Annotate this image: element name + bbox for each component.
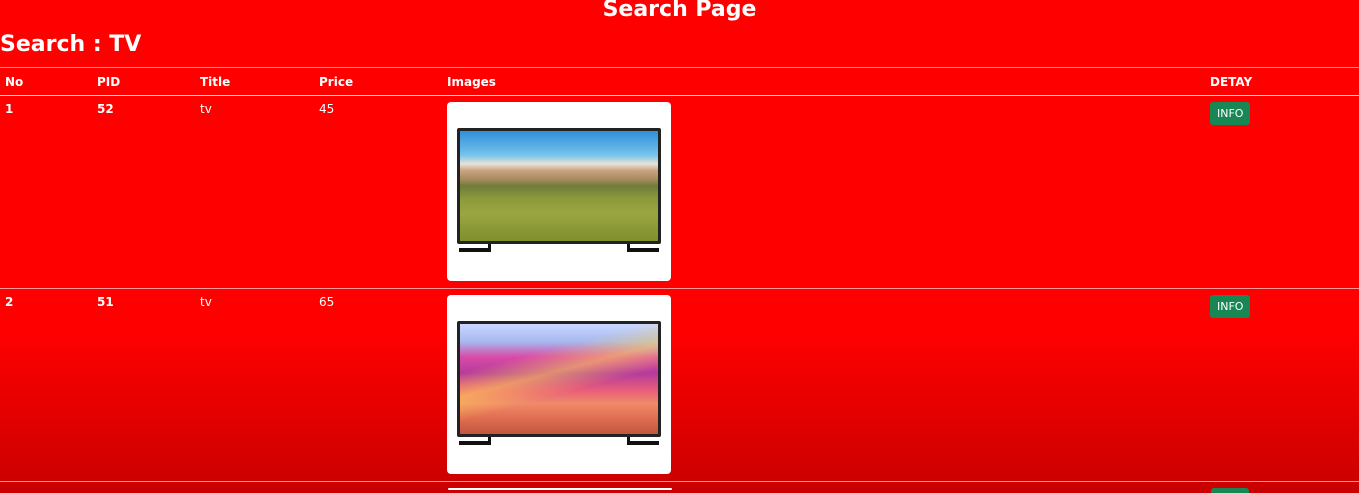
row-price: 65: [314, 288, 442, 482]
row-price: 45: [314, 95, 442, 289]
column-header-pid: PID: [92, 67, 195, 96]
column-header-images: Images: [442, 67, 1205, 96]
table-header: No PID Title Price Images DETAY: [0, 67, 1359, 96]
tv-landscape-image: [447, 102, 671, 281]
row-no: 2: [0, 288, 92, 482]
tv-mountains-image: [447, 295, 671, 474]
info-button[interactable]: INFO: [1210, 102, 1251, 125]
row-title: tv: [195, 288, 314, 482]
row-image-cell: [442, 95, 1205, 289]
partial-image-edge: [448, 488, 672, 490]
column-header-no: No: [0, 67, 92, 96]
table-body: 1 52 tv 45 INFO 2 51 tv 65 INFO: [0, 95, 1359, 482]
row-no: 1: [0, 95, 92, 289]
row-pid: 52: [92, 95, 195, 289]
info-button[interactable]: INFO: [1210, 295, 1251, 318]
tv-icon: [457, 127, 661, 256]
column-header-price: Price: [314, 67, 442, 96]
header-row: No PID Title Price Images DETAY: [0, 67, 1359, 96]
table-row: 1 52 tv 45 INFO: [0, 95, 1359, 289]
page-title: Search Page: [602, 0, 757, 22]
search-heading: Search : TV: [0, 32, 142, 57]
column-header-detay: DETAY: [1205, 67, 1359, 96]
results-table: No PID Title Price Images DETAY 1 52 tv …: [0, 67, 1359, 482]
tv-icon: [457, 320, 661, 449]
row-pid: 51: [92, 288, 195, 482]
table-row-partial: [0, 481, 1359, 493]
table-row: 2 51 tv 65 INFO: [0, 288, 1359, 482]
row-action-cell: INFO: [1205, 288, 1359, 482]
row-image-cell: [442, 288, 1205, 482]
column-header-title: Title: [195, 67, 314, 96]
partial-info-button[interactable]: [1211, 488, 1249, 493]
row-action-cell: INFO: [1205, 95, 1359, 289]
row-title: tv: [195, 95, 314, 289]
